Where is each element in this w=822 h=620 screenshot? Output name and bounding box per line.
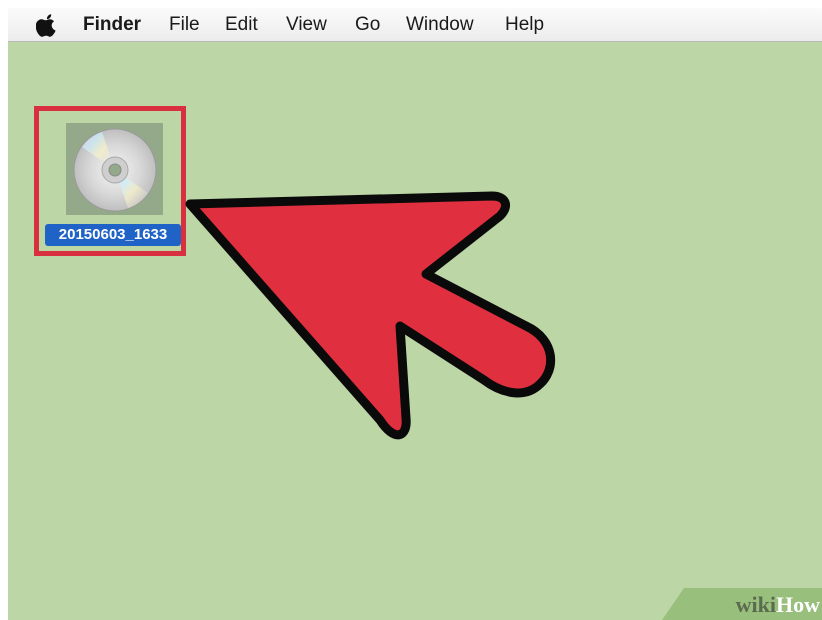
watermark: wikiHow xyxy=(662,588,822,620)
wikihow-logo: wikiHow xyxy=(736,592,820,618)
wikihow-logo-wiki: wiki xyxy=(735,592,776,617)
wikihow-logo-how: How xyxy=(776,592,820,617)
pointer-arrow-icon xyxy=(185,191,556,440)
screenshot-frame: Finder File Edit View Go Window Help 201… xyxy=(8,8,822,620)
